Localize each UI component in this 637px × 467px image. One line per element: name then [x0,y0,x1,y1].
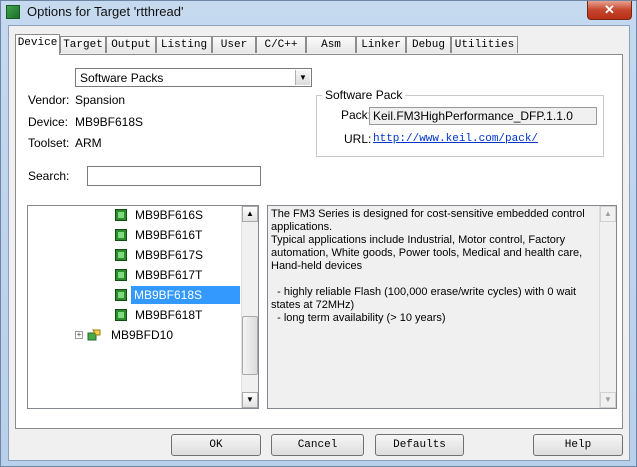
scroll-up-icon[interactable]: ▲ [242,206,258,222]
chip-icon [115,269,127,281]
tree-item-label: MB9BF618S [131,286,240,304]
tab-target[interactable]: Target [60,36,106,53]
vendor-label: Vendor: [28,93,70,107]
device-label: Device: [28,115,69,129]
description-text: The FM3 Series is designed for cost-sens… [271,208,585,324]
tab-c-cpp[interactable]: C/C++ [256,36,306,53]
ok-button[interactable]: OK [171,434,261,456]
device-family-icon [87,329,101,341]
pack-url-link[interactable]: http://www.keil.com/pack/ [373,133,538,145]
chip-icon [115,309,127,321]
tree-item-label: MB9BFD10 [111,328,174,342]
tab-listing[interactable]: Listing [156,36,212,53]
chip-icon [115,229,127,241]
tree-item-label: MB9BF616T [135,228,203,242]
plus-expander-icon[interactable]: + [75,331,83,339]
device-value: MB9BF618S [75,115,144,129]
cancel-button[interactable]: Cancel [271,434,364,456]
description-scrollbar: ▲ ▼ [599,206,616,408]
toolset-value: ARM [75,136,102,150]
app-icon [6,5,20,19]
tree-item-label: MB9BF618T [135,308,203,322]
url-label: URL: [344,132,372,146]
pack-label: Pack: [341,108,372,122]
tree-scrollbar[interactable]: ▲ ▼ [241,206,258,408]
device-database-value: Software Packs [80,71,164,85]
search-input[interactable] [87,166,261,186]
vendor-value: Spansion [75,93,126,107]
tab-asm[interactable]: Asm [306,36,356,53]
tab-device[interactable]: Device [15,34,60,55]
close-button[interactable]: ✕ [587,1,632,20]
scroll-down-icon[interactable]: ▼ [242,392,258,408]
device-tab-panel: Software Packs ▼ Vendor: Spansion Device… [15,54,623,429]
options-dialog: Options for Target 'rtthread' ✕ Device T… [0,0,637,467]
search-label: Search: [28,169,70,183]
chip-icon [115,209,127,221]
tree-item-label: MB9BF617T [135,268,203,282]
chip-icon [115,249,127,261]
device-description: The FM3 Series is designed for cost-sens… [267,205,617,409]
software-pack-title: Software Pack [322,88,406,102]
scroll-down-icon: ▼ [600,392,616,408]
dialog-client: Device Target Output Listing User C/C++ … [8,25,630,461]
window-title: Options for Target 'rtthread' [27,4,184,19]
tree-item-label: MB9BF616S [135,208,204,222]
device-tree: MB9BF616S MB9BF616T MB9BF617S MB9BF617T … [27,205,259,409]
tree-scroll-thumb[interactable] [242,316,258,375]
chevron-down-icon[interactable]: ▼ [295,70,310,85]
tab-debug[interactable]: Debug [406,36,451,53]
tree-item-label: MB9BF617S [135,248,204,262]
tab-utilities[interactable]: Utilities [451,36,518,53]
toolset-label: Toolset: [28,136,70,150]
tab-user[interactable]: User [212,36,256,53]
tab-linker[interactable]: Linker [356,36,406,53]
device-database-select[interactable]: Software Packs ▼ [75,68,312,87]
pack-field: Keil.FM3HighPerformance_DFP.1.1.0 [369,107,597,125]
software-pack-group: Software Pack Pack: Keil.FM3HighPerforma… [316,88,604,157]
title-bar[interactable]: Options for Target 'rtthread' ✕ [1,1,636,25]
chip-icon [115,289,127,301]
help-button[interactable]: Help [533,434,623,456]
scroll-up-icon: ▲ [600,206,616,222]
tab-output[interactable]: Output [106,36,156,53]
defaults-button[interactable]: Defaults [375,434,464,456]
